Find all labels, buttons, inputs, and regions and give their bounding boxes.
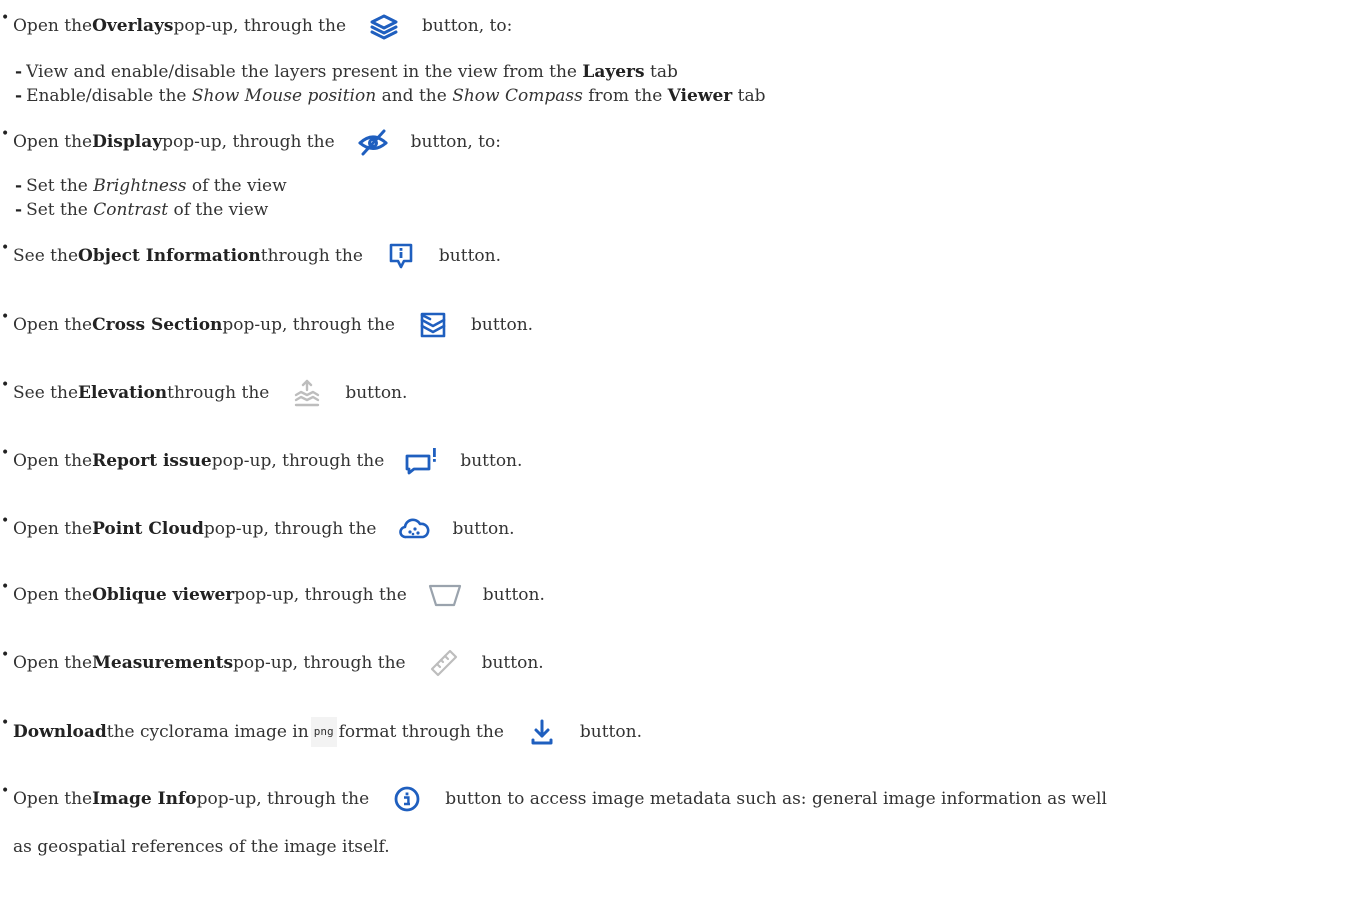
eye-off-icon: [351, 128, 395, 156]
bullet: •: [1, 445, 10, 461]
elevation-icon: [285, 379, 329, 407]
report-issue-icon: [400, 447, 444, 475]
oblique-viewer-icon: [423, 581, 467, 609]
ruler-icon: [422, 649, 466, 677]
point-cloud-icon: [392, 515, 436, 543]
sub-item: - Set the Contrast of the view: [15, 200, 269, 220]
bullet: •: [1, 240, 10, 256]
cross-section-icon: [411, 311, 455, 339]
list-item-report-issue: • Open the Report issue pop-up, through …: [0, 445, 1352, 475]
bullet: •: [1, 715, 10, 731]
layers-icon: [362, 12, 406, 40]
bullet: •: [1, 513, 10, 529]
list-item-overlays: • Open the Overlays pop-up, through the …: [0, 10, 1352, 40]
sub-item: - View and enable/disable the layers pres…: [15, 62, 678, 82]
info-pin-icon: [379, 242, 423, 270]
sub-item: - Set the Brightness of the view: [15, 176, 287, 196]
list-item-cross-section: • Open the Cross Section pop-up, through…: [0, 309, 1352, 339]
bullet: •: [1, 377, 10, 393]
bullet: •: [1, 647, 10, 663]
bullet: •: [1, 10, 10, 26]
list-item-elevation: • See the Elevation through the button.: [0, 377, 1352, 407]
list-item-oblique-viewer: • Open the Oblique viewer pop-up, throug…: [0, 579, 1352, 609]
bullet: •: [1, 126, 10, 142]
list-item-display: • Open the Display pop-up, through the b…: [0, 126, 1352, 156]
bullet: •: [1, 783, 10, 799]
list-item-object-information: • See the Object Information through the…: [0, 240, 1352, 270]
download-icon: [520, 718, 564, 746]
list-item-image-info-continued: as geospatial references of the image it…: [13, 837, 390, 857]
image-info-icon: [385, 785, 429, 813]
list-item-image-info: • Open the Image Info pop-up, through th…: [0, 783, 1352, 813]
sub-item: - Enable/disable the Show Mouse position …: [15, 86, 766, 106]
code-format: png: [310, 717, 337, 747]
list-item-point-cloud: • Open the Point Cloud pop-up, through t…: [0, 513, 1352, 543]
list-item-measurements: • Open the Measurements pop-up, through …: [0, 647, 1352, 677]
help-document: • Open the Overlays pop-up, through the …: [0, 0, 1360, 920]
bullet: •: [1, 579, 10, 595]
list-item-download: • Download the cyclorama image in png fo…: [0, 715, 1352, 747]
bullet: •: [1, 309, 10, 325]
